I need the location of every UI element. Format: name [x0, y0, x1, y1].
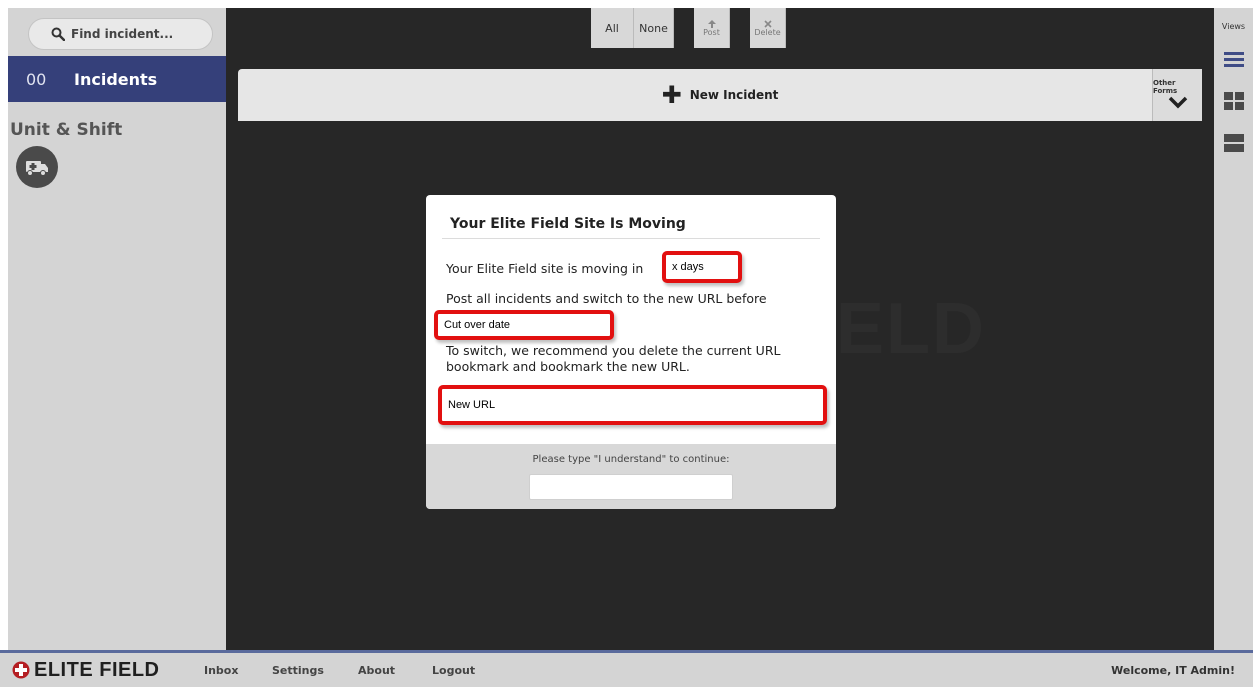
brand-text: ELITE FIELD	[34, 658, 160, 681]
moving-text: Your Elite Field site is moving in	[446, 261, 644, 276]
ambulance-icon	[26, 161, 48, 176]
dialog-title: Your Elite Field Site Is Moving	[450, 216, 686, 232]
footer-bar: ELITE FIELD Inbox Settings About Logout …	[0, 650, 1253, 687]
other-forms-label: Other Forms	[1153, 79, 1178, 95]
views-title: Views	[1221, 22, 1246, 31]
settings-link[interactable]: Settings	[272, 664, 324, 677]
elite-field-logo: ELITE FIELD	[12, 659, 160, 682]
site-moving-dialog: Your Elite Field Site Is Moving Your Eli…	[426, 195, 836, 509]
delete-icon	[763, 19, 772, 28]
new-incident-button[interactable]: ✚ New Incident Other Forms	[238, 69, 1202, 121]
dialog-footer: Please type "I understand" to continue:	[426, 444, 836, 509]
cutover-date-field: Cut over date	[434, 310, 614, 340]
cutover-date-value: Cut over date	[444, 319, 511, 331]
toolbar: All None Post Delete	[591, 8, 786, 48]
understand-input[interactable]	[529, 474, 733, 500]
plus-icon: ✚	[661, 81, 682, 109]
select-none-button[interactable]: None	[634, 8, 674, 48]
switch-instruction-line2: bookmark and bookmark the new URL.	[446, 359, 690, 374]
post-button[interactable]: Post	[694, 8, 730, 48]
post-icon	[707, 19, 716, 28]
switch-instruction-line1: To switch, we recommend you delete the c…	[446, 343, 781, 358]
logout-link[interactable]: Logout	[432, 664, 475, 677]
delete-button[interactable]: Delete	[750, 8, 786, 48]
new-incident-label: New Incident	[689, 88, 779, 102]
chevron-down-icon	[1168, 96, 1187, 109]
ambulance-button[interactable]	[16, 146, 58, 188]
days-value: x days	[672, 261, 704, 273]
new-url-field: New URL	[438, 385, 827, 425]
other-forms-dropdown[interactable]: Other Forms	[1152, 69, 1202, 121]
search-icon	[51, 27, 65, 41]
dialog-divider	[442, 238, 820, 239]
delete-label: Delete	[754, 27, 781, 37]
views-rail: Views	[1214, 8, 1253, 650]
sidebar: 00 Incidents Unit & Shift	[8, 8, 226, 650]
days-field: x days	[662, 251, 742, 283]
incidents-nav-item[interactable]: 00 Incidents	[8, 56, 226, 102]
welcome-message: Welcome, IT Admin!	[1111, 663, 1235, 677]
brand-badge-icon	[12, 661, 30, 679]
incidents-label: Incidents	[74, 69, 158, 89]
app-root: 00 Incidents Unit & Shift All None Post	[0, 0, 1253, 687]
understand-prompt: Please type "I understand" to continue:	[532, 454, 730, 465]
incidents-count: 00	[26, 69, 47, 89]
post-label: Post	[703, 27, 720, 37]
about-link[interactable]: About	[358, 664, 395, 677]
grid-view-icon[interactable]	[1224, 92, 1244, 110]
inbox-link[interactable]: Inbox	[204, 664, 238, 677]
unit-shift-heading: Unit & Shift	[10, 120, 123, 140]
elite-field-watermark: ELD	[836, 289, 986, 369]
list-view-icon[interactable]	[1224, 52, 1244, 68]
incident-search-input[interactable]	[71, 27, 201, 41]
incident-search[interactable]	[28, 18, 213, 50]
new-url-value: New URL	[448, 399, 496, 411]
split-view-icon[interactable]	[1224, 134, 1244, 152]
post-incidents-text: Post all incidents and switch to the new…	[446, 291, 767, 306]
select-all-button[interactable]: All	[591, 8, 634, 48]
